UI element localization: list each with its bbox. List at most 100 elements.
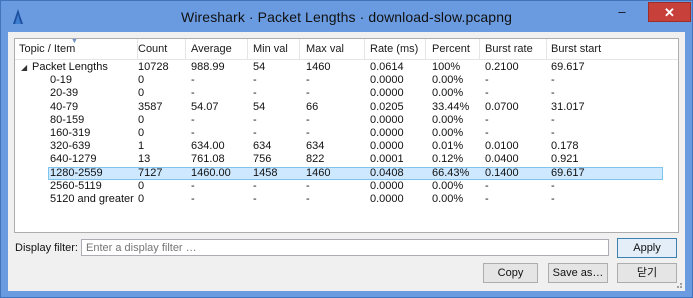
column-divider[interactable] [299, 39, 300, 59]
table-cell: 13 [138, 153, 151, 166]
column-divider[interactable] [364, 39, 365, 59]
column-header[interactable]: Rate (ms) [370, 43, 418, 55]
expand-triangle-icon[interactable]: ◢ [21, 61, 27, 74]
table-row[interactable]: 5120 and greater 0 - - - 0.0000 0.00% - - [15, 193, 678, 206]
column-divider[interactable] [479, 39, 480, 59]
table-cell: 0 [138, 193, 145, 205]
table-cell: - [191, 74, 195, 87]
table-cell: 10728 [138, 61, 169, 73]
resize-grip-icon[interactable] [673, 279, 683, 289]
column-divider[interactable] [546, 39, 547, 59]
column-header[interactable]: Min val [253, 43, 288, 55]
apply-button[interactable]: Apply [617, 238, 677, 258]
table-cell: 0.0000 [370, 87, 404, 100]
display-filter-label: Display filter: [15, 242, 78, 254]
table-cell: 0.00% [432, 193, 464, 205]
table-cell: 54.07 [191, 100, 219, 113]
table-cell: 1280-2559 [50, 166, 103, 179]
table-cell: 3587 [138, 100, 163, 113]
table-cell: - [485, 193, 489, 205]
table-header: Topic / Item Count Average Min val Max val Ra… [15, 39, 678, 60]
table-cell: 31.017 [551, 100, 585, 113]
close-window-button[interactable]: ✕ [648, 2, 691, 22]
table-cell: 160-319 [50, 127, 91, 139]
table-cell: - [191, 87, 195, 100]
table-cell: 66.43% [432, 166, 470, 179]
table-cell: 0 [138, 127, 145, 139]
table-cell: - [306, 127, 310, 139]
table-cell: 0.0000 [370, 127, 404, 139]
table-cell: 100% [432, 61, 461, 73]
table-cell: 988.99 [191, 61, 225, 73]
column-header[interactable]: Average [191, 43, 232, 55]
table-cell: 0.2100 [485, 61, 519, 73]
table-cell: Packet Lengths [32, 61, 108, 73]
dialog-content: Topic / Item Count Average Min val Max val Ra… [8, 32, 685, 291]
table-cell: - [191, 113, 195, 126]
display-filter-input[interactable] [81, 239, 609, 256]
table-row[interactable]: 160-319 0 - - - 0.0000 0.00% - - [15, 127, 678, 140]
table-cell: - [306, 179, 310, 192]
table-cell: - [551, 74, 555, 87]
sort-indicator-icon: ▼ [71, 38, 78, 45]
table-cell: 0 [138, 74, 145, 87]
save-as-button[interactable]: Save as… [548, 263, 608, 283]
table-cell: - [306, 74, 310, 87]
table-cell: - [191, 127, 195, 139]
column-divider[interactable] [247, 39, 248, 59]
column-header[interactable]: Max val [306, 43, 344, 55]
table-cell: 7127 [138, 166, 163, 179]
close-button[interactable]: 닫기 [617, 263, 677, 283]
table-cell: 634 [306, 140, 325, 153]
table-row[interactable]: 640-1279 13 761.08 756 822 0.0001 0.12% 0.0400 0… [15, 153, 678, 166]
table-cell: - [485, 179, 489, 192]
column-header[interactable]: Burst rate [485, 43, 533, 55]
table-cell: 0.0000 [370, 74, 404, 87]
minimize-button[interactable]: – [609, 2, 635, 22]
table-cell: - [551, 113, 555, 126]
stats-tree-table[interactable]: Topic / Item Count Average Min val Max val Ra… [14, 38, 679, 233]
copy-button[interactable]: Copy [483, 263, 538, 283]
table-cell: 0.0100 [485, 140, 519, 153]
table-cell: 0.0400 [485, 153, 519, 166]
tree-row-packet-lengths[interactable]: ◢ Packet Lengths 10728 988.99 54 1460 0.0614 10… [15, 61, 678, 74]
table-cell: 0 [138, 179, 145, 192]
table-cell: 0.00% [432, 127, 464, 139]
table-cell: 0.01% [432, 140, 464, 153]
column-header[interactable]: Count [138, 43, 167, 55]
table-row[interactable]: 40-79 3587 54.07 54 66 0.0205 33.44% 0.0700 31.0… [15, 101, 678, 114]
table-cell: 0.0001 [370, 153, 404, 166]
table-row[interactable]: 0-19 0 - - - 0.0000 0.00% - - [15, 74, 678, 87]
table-cell: 0.0000 [370, 193, 404, 205]
table-cell: 761.08 [191, 153, 225, 166]
column-divider[interactable] [137, 39, 138, 59]
table-cell: 0 [138, 113, 145, 126]
table-cell: 5120 and greater [50, 193, 134, 205]
table-cell: 0.0205 [370, 100, 404, 113]
table-cell: 20-39 [50, 87, 79, 100]
column-divider[interactable] [425, 39, 426, 59]
column-header[interactable]: Burst start [551, 43, 601, 55]
table-cell: 1460 [306, 61, 331, 73]
table-row[interactable]: 80-159 0 - - - 0.0000 0.00% - - [15, 114, 678, 127]
table-row[interactable]: 320-639 1 634.00 634 634 0.0000 0.01% 0.0100 0.1… [15, 140, 678, 153]
table-cell: 0.0000 [370, 113, 404, 126]
table-cell: 69.617 [551, 61, 585, 73]
table-cell: 634.00 [191, 140, 225, 153]
table-cell: 54 [253, 100, 266, 113]
table-row[interactable]: 1280-2559 7127 1460.00 1458 1460 0.0408 66.43%… [48, 166, 663, 180]
table-cell: - [253, 127, 257, 139]
column-divider[interactable] [185, 39, 186, 59]
table-row[interactable]: 20-39 0 - - - 0.0000 0.00% - - [15, 87, 678, 100]
column-header[interactable]: Topic / Item [19, 43, 75, 55]
table-cell: - [551, 87, 555, 100]
table-cell: 80-159 [50, 113, 85, 126]
table-cell: 0.00% [432, 74, 464, 87]
column-header[interactable]: Percent [432, 43, 470, 55]
table-cell: 0-19 [50, 74, 73, 87]
window-title: Wireshark · Packet Lengths · download-sl… [181, 9, 512, 25]
table-cell: 0.0000 [370, 179, 404, 192]
table-cell: 756 [253, 153, 272, 166]
table-row[interactable]: 2560-5119 0 - - - 0.0000 0.00% - - [15, 180, 678, 193]
title-bar[interactable]: Wireshark · Packet Lengths · download-sl… [1, 1, 692, 32]
